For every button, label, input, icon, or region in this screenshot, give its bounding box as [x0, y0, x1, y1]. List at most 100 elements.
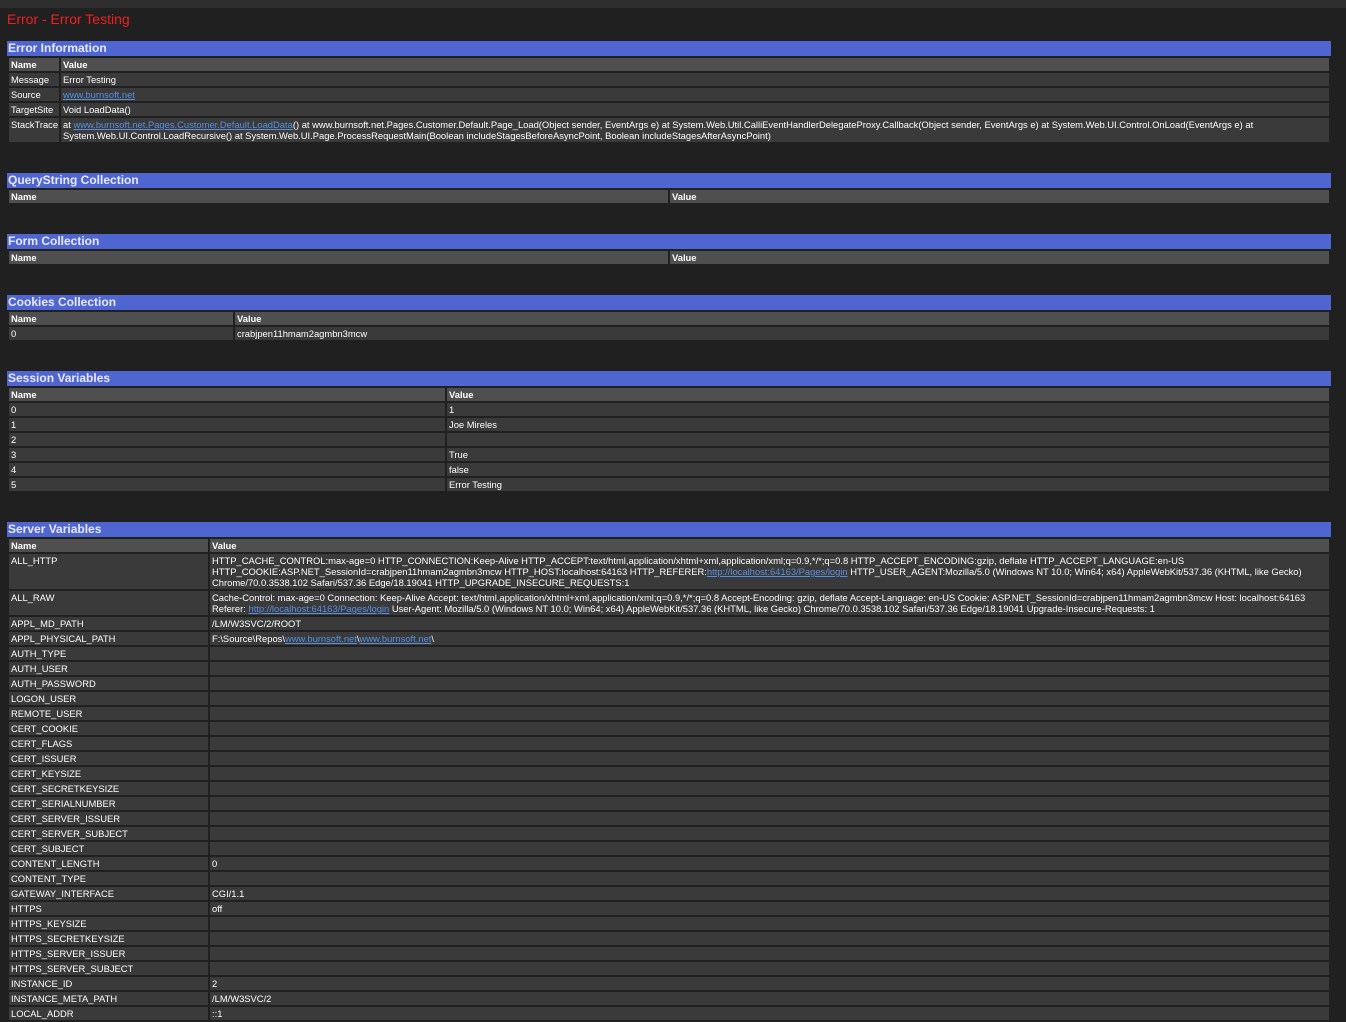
column-header-value: Value: [235, 312, 1329, 325]
row-value: [210, 647, 1329, 660]
section-header: Cookies Collection: [7, 295, 1331, 310]
table-row: CERT_SECRETKEYSIZE: [9, 782, 1329, 795]
row-value: [210, 767, 1329, 780]
cookies-table: Name Value 0 crabjpen11hmam2agmbn3mcw: [7, 310, 1331, 342]
column-header-name: Name: [9, 58, 59, 71]
row-name: 0: [9, 327, 233, 340]
table-row: GATEWAY_INTERFACE CGI/1.1: [9, 887, 1329, 900]
row-value: [210, 722, 1329, 735]
row-value: HTTP_CACHE_CONTROL:max-age=0 HTTP_CONNEC…: [210, 554, 1329, 589]
path-link[interactable]: www.burnsoft.net: [359, 633, 431, 644]
table-row: 2: [9, 433, 1329, 446]
row-name: ALL_RAW: [9, 591, 208, 615]
row-value: [210, 752, 1329, 765]
row-name: CERT_ISSUER: [9, 752, 208, 765]
row-value: 2: [210, 977, 1329, 990]
column-header-value: Value: [61, 58, 1329, 71]
row-value: 0: [210, 857, 1329, 870]
server-variables-section: Server Variables Name Value ALL_HTTP HTT…: [7, 522, 1331, 1022]
row-name: AUTH_USER: [9, 662, 208, 675]
table-row: CERT_SERVER_ISSUER: [9, 812, 1329, 825]
row-value: [447, 433, 1329, 446]
table-row: HTTPS_SERVER_ISSUER: [9, 947, 1329, 960]
referer-link[interactable]: http://localhost:64163/Pages/login: [707, 566, 848, 577]
column-header-name: Name: [9, 388, 445, 401]
row-value: Joe Mireles: [447, 418, 1329, 431]
column-header-value: Value: [670, 190, 1329, 203]
row-value: off: [210, 902, 1329, 915]
table-row: AUTH_TYPE: [9, 647, 1329, 660]
table-header-row: Name Value: [9, 312, 1329, 325]
table-header-row: Name Value: [9, 190, 1329, 203]
table-row: AUTH_PASSWORD: [9, 677, 1329, 690]
column-header-name: Name: [9, 539, 208, 552]
table-row: Message Error Testing: [9, 73, 1329, 86]
table-row: 01: [9, 403, 1329, 416]
row-name: 0: [9, 403, 445, 416]
section-header: Error Information: [7, 41, 1331, 56]
row-value: [210, 707, 1329, 720]
table-row: Source www.burnsoft.net: [9, 88, 1329, 101]
table-row: HTTPS_KEYSIZE: [9, 917, 1329, 930]
row-name: APPL_MD_PATH: [9, 617, 208, 630]
row-value: [210, 662, 1329, 675]
row-value: 1: [447, 403, 1329, 416]
row-name: GATEWAY_INTERFACE: [9, 887, 208, 900]
path-prefix: F:\Source\Repos\: [212, 633, 285, 644]
row-value: [210, 677, 1329, 690]
stacktrace-link[interactable]: www.burnsoft.net.Pages.Customer.Default.…: [73, 119, 292, 130]
row-name: AUTH_PASSWORD: [9, 677, 208, 690]
table-row: CERT_KEYSIZE: [9, 767, 1329, 780]
path-link[interactable]: www.burnsoft.net: [285, 633, 357, 644]
row-value: ::1: [210, 1007, 1329, 1020]
row-value: [210, 872, 1329, 885]
table-header-row: Name Value: [9, 388, 1329, 401]
source-link[interactable]: www.burnsoft.net: [63, 89, 135, 100]
row-name: CERT_FLAGS: [9, 737, 208, 750]
row-value: Error Testing: [61, 73, 1329, 86]
section-header: Form Collection: [7, 234, 1331, 249]
row-name: 3: [9, 448, 445, 461]
column-header-name: Name: [9, 312, 233, 325]
row-name: Source: [9, 88, 59, 101]
table-row: INSTANCE_META_PATH/LM/W3SVC/2: [9, 992, 1329, 1005]
querystring-section: QueryString Collection Name Value: [7, 173, 1331, 205]
row-value: [210, 932, 1329, 945]
section-header: Server Variables: [7, 522, 1331, 537]
row-value: /LM/W3SVC/2/ROOT: [210, 617, 1329, 630]
row-name: HTTPS_SERVER_SUBJECT: [9, 962, 208, 975]
row-name: HTTPS_KEYSIZE: [9, 917, 208, 930]
table-header-row: Name Value: [9, 251, 1329, 264]
stacktrace-value: at www.burnsoft.net.Pages.Customer.Defau…: [61, 118, 1329, 142]
table-row: LOGON_USER: [9, 692, 1329, 705]
row-value: false: [447, 463, 1329, 476]
row-value: [210, 827, 1329, 840]
row-name: INSTANCE_ID: [9, 977, 208, 990]
section-header: Session Variables: [7, 371, 1331, 386]
table-row: ALL_RAW Cache-Control: max-age=0 Connect…: [9, 591, 1329, 615]
row-value: www.burnsoft.net: [61, 88, 1329, 101]
row-value: [210, 962, 1329, 975]
row-value: [210, 692, 1329, 705]
row-value: Void LoadData(): [61, 103, 1329, 116]
table-row: CERT_ISSUER: [9, 752, 1329, 765]
form-collection-section: Form Collection Name Value: [7, 234, 1331, 266]
row-name: StackTrace: [9, 118, 59, 142]
row-name: HTTPS_SECRETKEYSIZE: [9, 932, 208, 945]
path-suffix: \: [431, 633, 435, 644]
row-name: REMOTE_USER: [9, 707, 208, 720]
table-header-row: Name Value: [9, 539, 1329, 552]
row-name: HTTPS: [9, 902, 208, 915]
table-row: CERT_SERVER_SUBJECT: [9, 827, 1329, 840]
row-name: 2: [9, 433, 445, 446]
row-name: TargetSite: [9, 103, 59, 116]
row-name: Message: [9, 73, 59, 86]
table-row: HTTPS_SECRETKEYSIZE: [9, 932, 1329, 945]
table-row: CONTENT_TYPE: [9, 872, 1329, 885]
row-name: AUTH_TYPE: [9, 647, 208, 660]
referer-link[interactable]: http://localhost:64163/Pages/login: [248, 603, 389, 614]
table-row: APPL_MD_PATH /LM/W3SVC/2/ROOT: [9, 617, 1329, 630]
table-row: 3 True: [9, 448, 1329, 461]
row-name: CERT_SECRETKEYSIZE: [9, 782, 208, 795]
row-value: [210, 842, 1329, 855]
